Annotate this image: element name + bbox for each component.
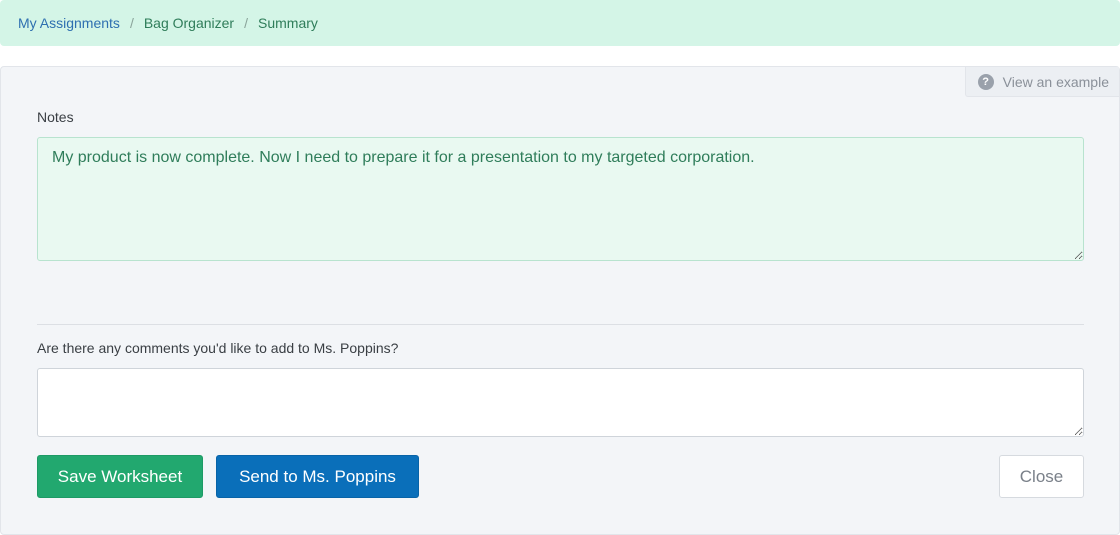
view-example-label: View an example [1002, 73, 1109, 90]
comments-textarea[interactable] [37, 368, 1084, 437]
notes-label: Notes [37, 109, 74, 125]
breadcrumb-separator: / [129, 15, 134, 31]
worksheet-card: ? View an example Notes My product is no… [0, 66, 1120, 535]
view-example-link[interactable]: ? View an example [964, 67, 1119, 97]
send-to-teacher-button[interactable]: Send to Ms. Poppins [216, 455, 419, 498]
save-worksheet-button[interactable]: Save Worksheet [37, 455, 203, 498]
breadcrumb-separator: / [244, 15, 248, 31]
breadcrumb-summary: Summary [258, 15, 318, 31]
notes-textarea[interactable]: My product is now complete. Now I need t… [37, 137, 1084, 261]
question-circle-icon: ? [977, 73, 994, 90]
breadcrumb-bag-organizer[interactable]: Bag Organizer [144, 15, 234, 31]
breadcrumb: My Assignments / Bag Organizer / Summary [0, 0, 1120, 46]
section-divider [37, 324, 1084, 325]
close-button[interactable]: Close [999, 455, 1084, 498]
breadcrumb-my-assignments[interactable]: My Assignments [18, 15, 120, 31]
comments-label: Are there any comments you'd like to add… [37, 340, 399, 356]
